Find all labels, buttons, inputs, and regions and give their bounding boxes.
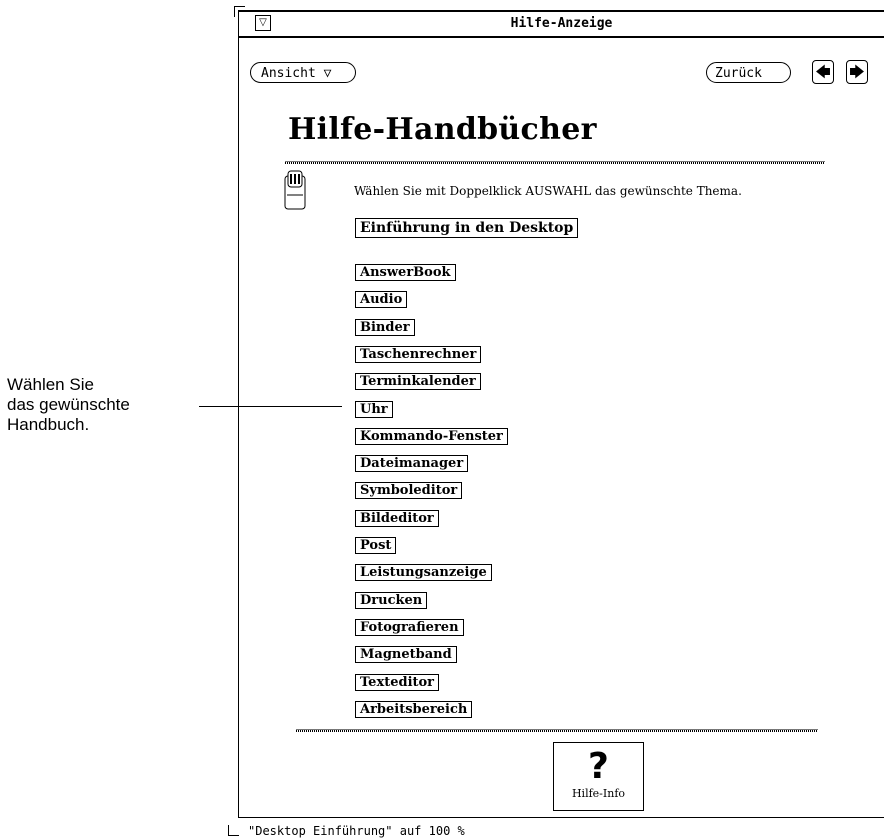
annotation-callout: Wählen Sie das gewünschte Handbuch. [7,375,197,435]
manual-link[interactable]: Kommando-Fenster [355,428,508,445]
mouse-icon [284,170,306,210]
arrow-left-icon: 🡄 [815,63,831,81]
help-viewer-window: ▽ Hilfe-Anzeige Ansicht ▽ Zurück 🡄 🡆 Hil… [228,6,884,840]
bottom-divider [296,729,818,732]
status-divider [239,817,884,818]
previous-page-button[interactable]: 🡄 [812,60,834,84]
manual-link[interactable]: Leistungsanzeige [355,564,492,581]
title-bar[interactable]: ▽ Hilfe-Anzeige [239,10,884,38]
window-corner-bottom-left [228,825,239,836]
next-page-button[interactable]: 🡆 [846,60,868,84]
question-mark-icon: ? [588,746,609,787]
heading-divider [285,161,825,164]
topic-link-einfuehrung[interactable]: Einführung in den Desktop [355,218,579,238]
manual-link[interactable]: Dateimanager [355,455,469,472]
callout-line-2: das gewünschte [7,395,130,414]
status-bar-text: "Desktop Einführung" auf 100 % [248,824,465,838]
instruction-text: Wählen Sie mit Doppelklick AUSWAHL das g… [354,184,742,198]
manual-link[interactable]: AnswerBook [355,264,456,281]
manual-link[interactable]: Drucken [355,592,428,609]
manual-link[interactable]: Symboleditor [355,482,463,499]
arrow-right-icon: 🡆 [849,63,865,81]
page-title: Hilfe-Handbücher [288,112,597,147]
back-button[interactable]: Zurück [706,62,791,83]
manual-link[interactable]: Post [355,537,397,554]
manual-link[interactable]: Texteditor [355,674,440,691]
manual-link[interactable]: Binder [355,319,415,336]
manual-link[interactable]: Terminkalender [355,373,481,390]
window-title: Hilfe-Anzeige [510,16,613,31]
manual-link[interactable]: Magnetband [355,646,457,663]
help-info-label: Hilfe-Info [571,787,626,800]
manual-link[interactable]: Audio [355,291,408,308]
manual-link[interactable]: Fotografieren [355,619,464,636]
manual-link[interactable]: Arbeitsbereich [355,701,473,718]
callout-line-3: Handbuch. [7,415,90,434]
manual-link[interactable]: Bildeditor [355,510,439,527]
help-info-button[interactable]: ? Hilfe-Info [553,742,644,811]
manual-link[interactable]: Uhr [355,401,393,418]
manual-link[interactable]: Taschenrechner [355,346,482,363]
view-menu-button[interactable]: Ansicht ▽ [250,62,356,83]
callout-line-1: Wählen Sie [7,375,94,394]
